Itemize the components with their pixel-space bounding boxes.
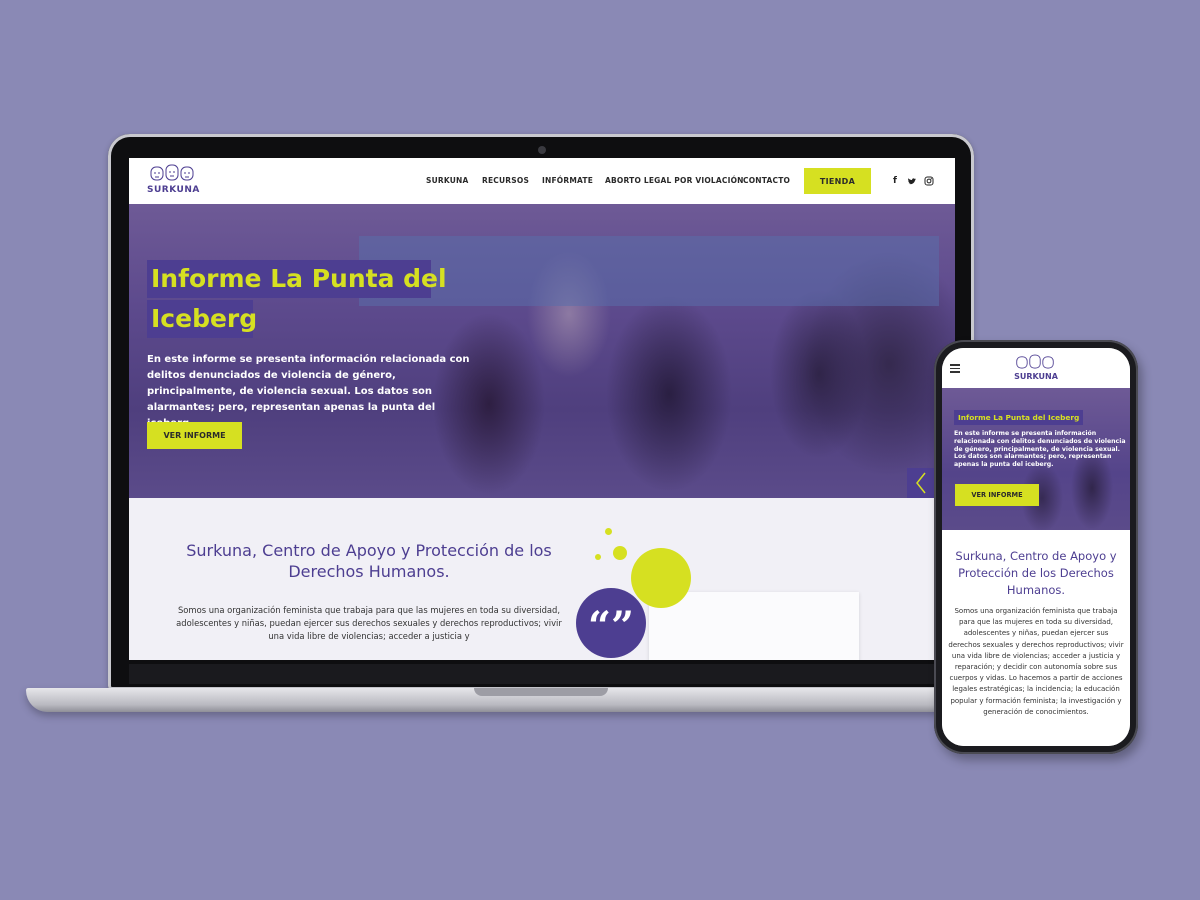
mobile-about-title: Surkuna, Centro de Apoyo y Protección de… xyxy=(955,549,1117,597)
nav-item-aborto-legal[interactable]: ABORTO LEGAL POR VIOLACIÓN xyxy=(605,176,744,185)
hamburger-menu-icon[interactable] xyxy=(950,364,960,373)
mobile-about-text: Somos una organización feminista que tra… xyxy=(948,607,1124,716)
laptop-screen: SURKUNA SURKUNA RECURSOS INFÓRMATE ABORT… xyxy=(129,158,955,660)
mobile-hero-description: En este informe se presenta información … xyxy=(954,430,1126,469)
mobile-logo-wordmark[interactable]: SURKUNA xyxy=(1002,372,1070,381)
nav-item-surkuna[interactable]: SURKUNA xyxy=(426,176,469,185)
chevron-left-icon xyxy=(916,472,926,494)
mobile-header: SURKUNA xyxy=(942,348,1130,388)
slider-prev-button[interactable] xyxy=(907,468,935,498)
mobile-hero-title: Informe La Punta del Iceberg xyxy=(954,410,1084,425)
hero-banner: Informe La Punta del Iceberg En este inf… xyxy=(129,204,955,498)
nav-item-recursos[interactable]: RECURSOS xyxy=(482,176,529,185)
facebook-icon[interactable]: f xyxy=(890,176,900,186)
tienda-button[interactable]: TIENDA xyxy=(804,168,871,194)
site-logo[interactable]: SURKUNA xyxy=(147,164,200,198)
decor-dot xyxy=(595,554,601,560)
about-text: Somos una organización feminista que tra… xyxy=(176,605,562,641)
twitter-icon[interactable] xyxy=(907,176,917,186)
quote-icon: “” xyxy=(576,588,646,658)
laptop-device: SURKUNA SURKUNA RECURSOS INFÓRMATE ABORT… xyxy=(108,134,974,690)
laptop-notch xyxy=(474,688,608,696)
hero-title-line-2: Iceberg xyxy=(151,304,258,333)
quote-card xyxy=(649,592,859,660)
laptop-bezel xyxy=(129,664,955,684)
decor-dot xyxy=(613,546,627,560)
site-header: SURKUNA SURKUNA RECURSOS INFÓRMATE ABORT… xyxy=(129,158,955,204)
nav-item-contacto[interactable]: CONTACTO xyxy=(743,176,790,185)
hero-title-line-1: Informe La Punta del xyxy=(151,264,447,293)
logo-wordmark: SURKUNA xyxy=(147,185,200,195)
laptop-base xyxy=(26,688,1036,712)
hero-description: En este informe se presenta información … xyxy=(147,354,470,429)
nav-item-informate[interactable]: INFÓRMATE xyxy=(542,176,593,185)
phone-device: SURKUNA Informe La Punta del Iceberg En … xyxy=(934,340,1138,754)
phone-screen: SURKUNA Informe La Punta del Iceberg En … xyxy=(942,348,1130,746)
mobile-ver-informe-button[interactable]: VER INFORME xyxy=(955,484,1039,506)
camera-icon xyxy=(538,146,546,154)
mobile-about-section: Surkuna, Centro de Apoyo y Protección de… xyxy=(942,530,1130,746)
logo-faces-icon xyxy=(150,164,194,181)
instagram-icon[interactable] xyxy=(924,176,934,186)
mobile-hero-banner: Informe La Punta del Iceberg En este inf… xyxy=(942,388,1130,530)
ver-informe-button[interactable]: VER INFORME xyxy=(147,422,242,449)
logo-faces-icon xyxy=(1016,354,1054,369)
about-title: Surkuna, Centro de Apoyo y Protección de… xyxy=(186,541,552,581)
decor-circle xyxy=(631,548,691,608)
about-section: Surkuna, Centro de Apoyo y Protección de… xyxy=(129,498,955,660)
decor-dot xyxy=(605,528,612,535)
